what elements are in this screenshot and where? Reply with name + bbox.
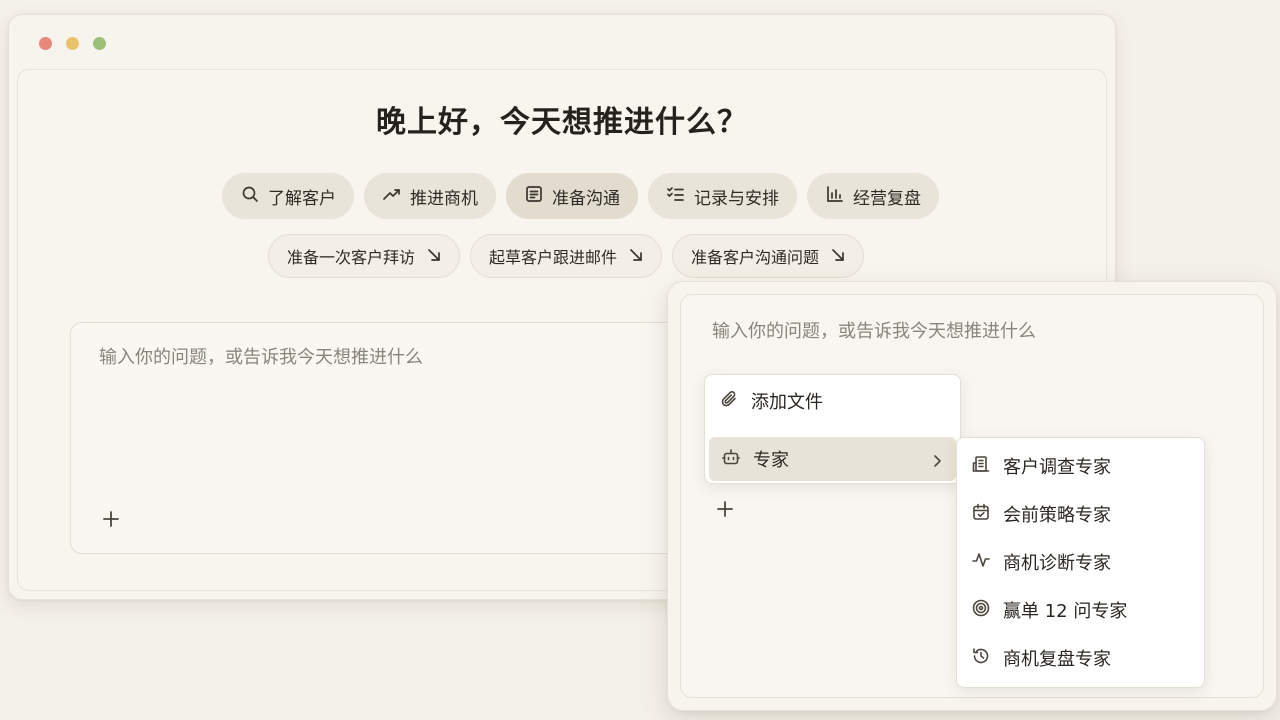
expert-menu-panel: 输入你的问题，或告诉我今天想推进什么 添加文件 专家 客户调查专家 会前策略专家… <box>667 281 1277 711</box>
search-icon <box>240 184 260 209</box>
experts-submenu: 客户调查专家 会前策略专家 商机诊断专家 赢单 12 问专家 商机复盘专家 <box>956 437 1205 688</box>
close-window-button[interactable] <box>39 37 52 50</box>
menu-item-label: 专家 <box>753 450 789 471</box>
suggestion-communication-questions[interactable]: 准备客户沟通问题 <box>672 234 865 278</box>
add-menu: 添加文件 专家 <box>704 374 961 484</box>
main-input[interactable]: 输入你的问题，或告诉我今天想推进什么 <box>70 322 710 554</box>
chip-record-arrange[interactable]: 记录与安排 <box>648 173 797 219</box>
chip-prepare-communication[interactable]: 准备沟通 <box>506 173 638 219</box>
trend-up-icon <box>382 184 402 209</box>
arrow-down-right-icon <box>827 247 845 266</box>
minimize-window-button[interactable] <box>66 37 79 50</box>
menu-item-label: 会前策略专家 <box>1003 505 1111 526</box>
greeting-title: 晚上好，今天想推进什么？ <box>376 105 748 140</box>
suggestion-customer-visit[interactable]: 准备一次客户拜访 <box>268 234 461 278</box>
document-icon <box>524 184 544 209</box>
add-button[interactable] <box>99 509 123 533</box>
chip-label: 经营复盘 <box>853 188 921 209</box>
add-button[interactable] <box>713 499 737 523</box>
chip-label: 记录与安排 <box>694 188 779 209</box>
menu-item-label: 商机诊断专家 <box>1003 553 1111 574</box>
arrow-down-right-icon <box>423 247 441 266</box>
submenu-item-opportunity-review[interactable]: 商机复盘专家 <box>957 634 1204 682</box>
chip-label: 推进商机 <box>410 188 478 209</box>
calendar-check-icon <box>971 502 991 527</box>
chip-label: 了解客户 <box>268 188 336 209</box>
input-placeholder: 输入你的问题，或告诉我今天想推进什么 <box>712 321 1036 342</box>
building-icon <box>971 454 991 479</box>
menu-item-label: 添加文件 <box>751 392 823 413</box>
history-icon <box>971 646 991 671</box>
menu-item-label: 商机复盘专家 <box>1003 649 1111 670</box>
chevron-right-icon <box>930 452 944 467</box>
category-chips: 了解客户 推进商机 准备沟通 记录与安排 经营复盘 <box>222 173 939 219</box>
bar-chart-icon <box>825 184 845 209</box>
suggestion-followup-email[interactable]: 起草客户跟进邮件 <box>470 234 663 278</box>
target-icon <box>971 598 991 623</box>
checklist-icon <box>666 184 686 209</box>
submenu-item-premeeting-strategy[interactable]: 会前策略专家 <box>957 490 1204 538</box>
maximize-window-button[interactable] <box>93 37 106 50</box>
chip-label: 准备客户沟通问题 <box>691 248 820 267</box>
submenu-item-customer-research[interactable]: 客户调查专家 <box>957 442 1204 490</box>
submenu-item-opportunity-diagnosis[interactable]: 商机诊断专家 <box>957 538 1204 586</box>
chip-understand-customer[interactable]: 了解客户 <box>222 173 354 219</box>
menu-item-label: 赢单 12 问专家 <box>1003 601 1128 622</box>
chip-label: 起草客户跟进邮件 <box>489 248 618 267</box>
pulse-icon <box>971 550 991 575</box>
menu-item-add-file[interactable]: 添加文件 <box>705 379 960 423</box>
paperclip-icon <box>719 389 739 414</box>
window-controls <box>39 37 106 50</box>
input-placeholder: 输入你的问题，或告诉我今天想推进什么 <box>99 347 423 368</box>
chip-label: 准备一次客户拜访 <box>287 248 416 267</box>
chip-business-review[interactable]: 经营复盘 <box>807 173 939 219</box>
robot-icon <box>721 447 741 472</box>
suggestion-chips: 准备一次客户拜访 起草客户跟进邮件 准备客户沟通问题 <box>268 234 865 278</box>
chip-label: 准备沟通 <box>552 188 620 209</box>
menu-item-label: 客户调查专家 <box>1003 457 1111 478</box>
plus-icon <box>716 500 734 522</box>
chip-advance-opportunity[interactable]: 推进商机 <box>364 173 496 219</box>
submenu-item-win-12-questions[interactable]: 赢单 12 问专家 <box>957 586 1204 634</box>
plus-icon <box>102 510 120 532</box>
arrow-down-right-icon <box>625 247 643 266</box>
menu-item-experts[interactable]: 专家 <box>709 437 956 481</box>
